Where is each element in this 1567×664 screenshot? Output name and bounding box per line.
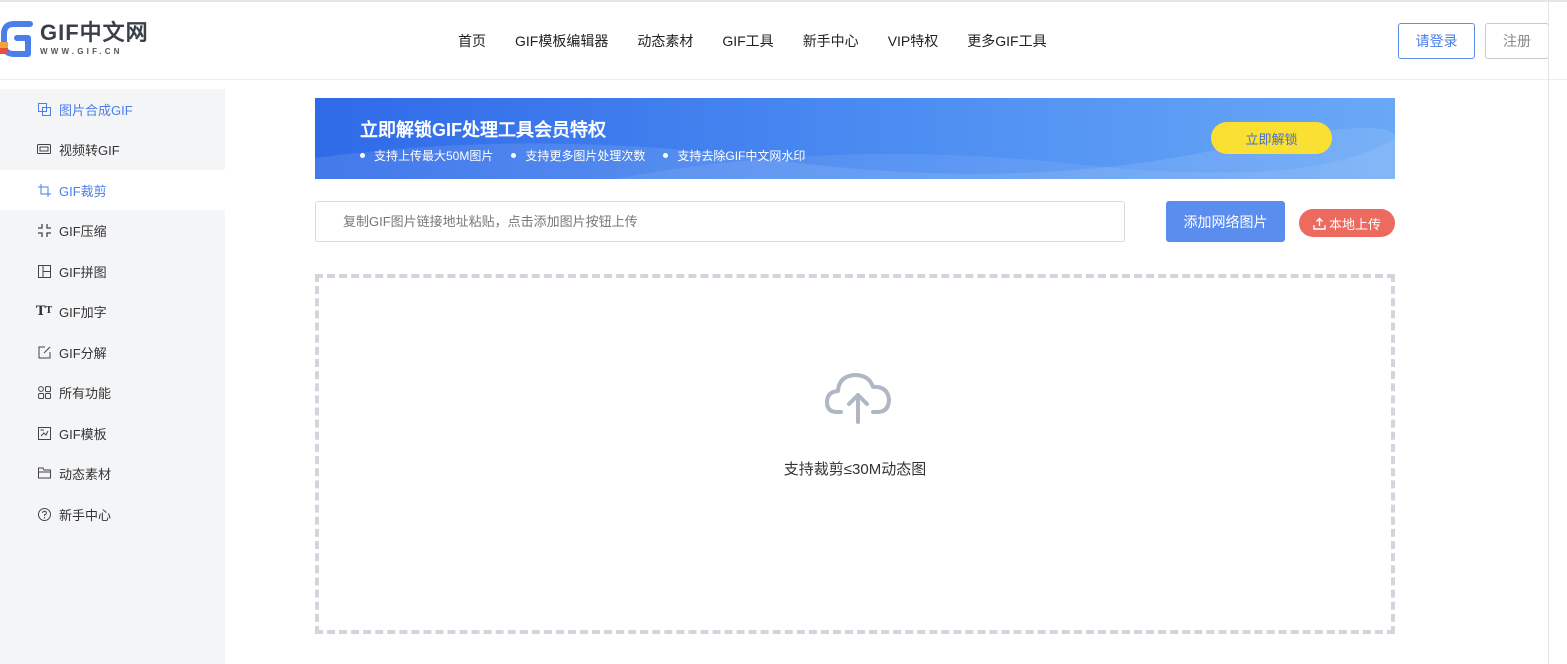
compress-icon <box>37 223 51 237</box>
sidebar-item-all-features[interactable]: 所有功能 <box>0 372 225 412</box>
sidebar-item-label: 视频转GIF <box>59 142 120 158</box>
image-url-input[interactable] <box>315 201 1125 242</box>
collage-icon <box>37 264 51 278</box>
sidebar-item-label: GIF裁剪 <box>59 183 107 199</box>
benefit-item: 支持上传最大50M图片 <box>360 147 493 164</box>
main-nav: 首页 GIF模板编辑器 动态素材 GIF工具 新手中心 VIP特权 更多GIF工… <box>458 31 1047 51</box>
sidebar-item-label: 新手中心 <box>59 507 112 523</box>
register-button[interactable]: 注册 <box>1485 23 1549 59</box>
sidebar-item-label: GIF加字 <box>59 304 107 320</box>
logo-title: GIF中文网 <box>40 19 149 45</box>
sidebar-item-gif-collage[interactable]: GIF拼图 <box>0 251 225 291</box>
local-upload-button[interactable]: 本地上传 <box>1299 209 1395 237</box>
sidebar-item-label: 所有功能 <box>59 385 112 401</box>
nav-home[interactable]: 首页 <box>458 31 486 51</box>
local-upload-label: 本地上传 <box>1328 216 1381 232</box>
sidebar-item-gif-split[interactable]: GIF分解 <box>0 332 225 372</box>
sidebar-item-label: GIF模板 <box>59 426 107 442</box>
upload-dropzone[interactable]: 支持裁剪≤30M动态图 <box>315 274 1395 634</box>
sidebar-item-gif-template[interactable]: GIF模板 <box>0 413 225 453</box>
sidebar-item-beginner-center[interactable]: 新手中心 <box>0 494 225 534</box>
logo[interactable]: GIF中文网 WWW.GIF.CN <box>0 16 149 60</box>
sidebar-item-dynamic-materials[interactable]: 动态素材 <box>0 453 225 493</box>
upload-icon <box>1313 217 1326 230</box>
banner-benefits: 支持上传最大50M图片 支持更多图片处理次数 支持去除GIF中文网水印 <box>360 147 823 164</box>
banner-title: 立即解锁GIF处理工具会员特权 <box>360 120 606 140</box>
nav-gif-tools[interactable]: GIF工具 <box>722 31 773 51</box>
folder-icon <box>37 466 51 480</box>
add-network-image-button[interactable]: 添加网络图片 <box>1166 201 1285 242</box>
sidebar-item-gif-compress[interactable]: GIF压缩 <box>0 210 225 250</box>
text-icon: TT <box>35 303 53 319</box>
benefit-item: 支持更多图片处理次数 <box>511 147 645 164</box>
sidebar-item-label: GIF压缩 <box>59 223 107 239</box>
layers-icon <box>37 102 51 116</box>
nav-template-editor[interactable]: GIF模板编辑器 <box>515 31 608 51</box>
nav-beginner-center[interactable]: 新手中心 <box>803 31 859 51</box>
video-icon <box>37 142 51 156</box>
sidebar-item-label: 图片合成GIF <box>59 102 133 118</box>
sidebar-item-image-to-gif[interactable]: 图片合成GIF <box>0 89 225 129</box>
sidebar-item-video-to-gif[interactable]: 视频转GIF <box>0 129 225 169</box>
page-edge-divider <box>1548 2 1549 664</box>
logo-subtitle: WWW.GIF.CN <box>40 46 123 56</box>
cloud-upload-icon <box>823 368 893 426</box>
vip-banner: 立即解锁GIF处理工具会员特权 支持上传最大50M图片 支持更多图片处理次数 支… <box>315 98 1395 179</box>
login-button[interactable]: 请登录 <box>1398 23 1475 59</box>
sidebar: 图片合成GIF 视频转GIF GIF裁剪 GIF压缩 GIF拼图 TT GIF加… <box>0 89 225 664</box>
dropzone-hint: 支持裁剪≤30M动态图 <box>783 461 927 478</box>
benefit-item: 支持去除GIF中文网水印 <box>663 147 805 164</box>
sidebar-item-gif-add-text[interactable]: TT GIF加字 <box>0 291 225 331</box>
edit-icon <box>37 345 51 359</box>
sidebar-item-label: GIF分解 <box>59 345 107 361</box>
template-icon <box>37 426 51 440</box>
sidebar-item-label: GIF拼图 <box>59 264 107 280</box>
sidebar-item-gif-crop[interactable]: GIF裁剪 <box>0 170 225 210</box>
logo-icon <box>0 18 34 58</box>
help-icon <box>37 507 51 521</box>
unlock-button[interactable]: 立即解锁 <box>1211 122 1332 154</box>
nav-materials[interactable]: 动态素材 <box>637 31 693 51</box>
sidebar-item-label: 动态素材 <box>59 466 112 482</box>
grid-icon <box>37 385 51 399</box>
nav-vip[interactable]: VIP特权 <box>888 31 939 51</box>
header: GIF中文网 WWW.GIF.CN 首页 GIF模板编辑器 动态素材 GIF工具… <box>0 2 1567 80</box>
nav-more-tools[interactable]: 更多GIF工具 <box>967 31 1046 51</box>
crop-icon <box>37 183 51 197</box>
